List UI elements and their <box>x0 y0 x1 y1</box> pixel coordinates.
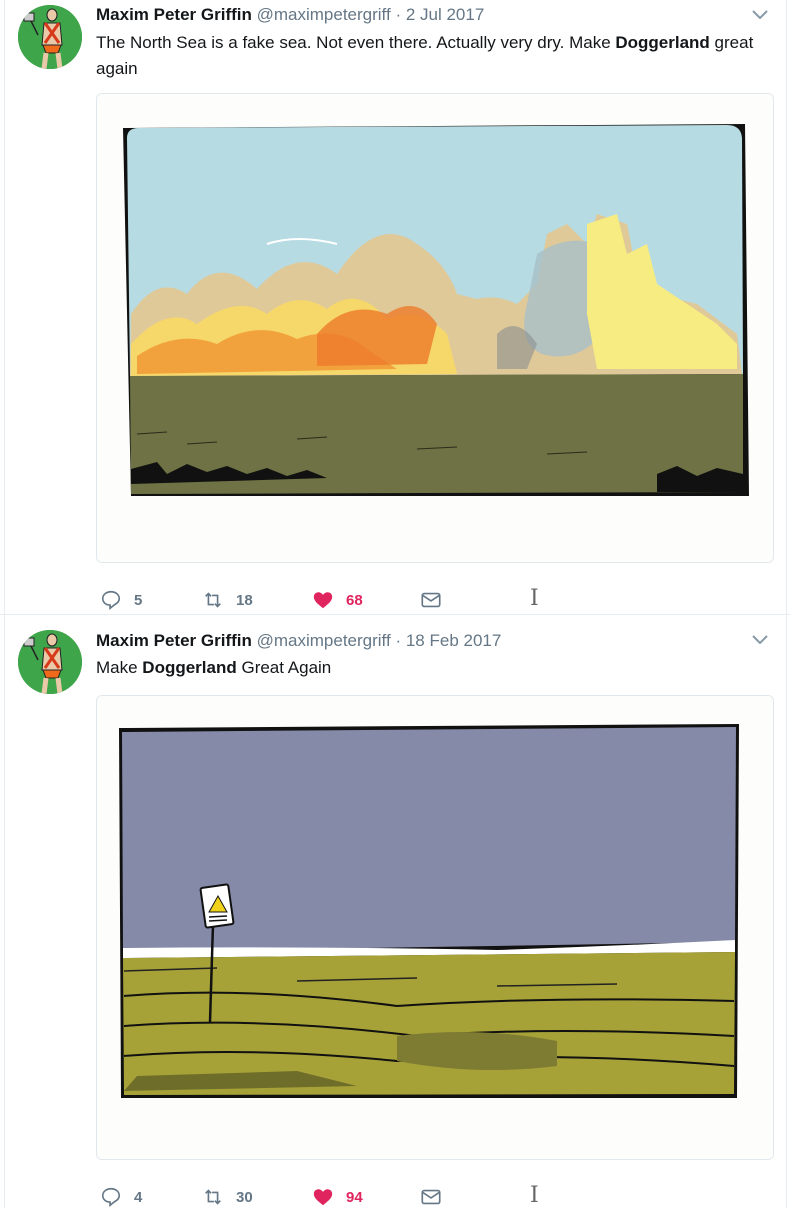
tweet-text: The North Sea is a fake sea. Not even th… <box>96 30 776 82</box>
tweet-actions: 5 18 68 I <box>100 586 560 612</box>
heart-icon <box>313 592 333 609</box>
envelope-icon <box>421 1189 441 1205</box>
direct-message-button[interactable] <box>420 1185 442 1209</box>
timeline-border-right <box>786 615 787 1208</box>
chevron-down-icon[interactable] <box>750 629 770 649</box>
heart-icon <box>313 1189 333 1206</box>
separator: · <box>395 5 402 24</box>
tweet-1[interactable]: Maxim Peter Griffin @maximpetergriff · 2… <box>0 0 790 615</box>
doggerland-painting-image <box>97 94 773 562</box>
retweet-count: 18 <box>236 591 253 609</box>
like-button[interactable]: 68 <box>312 588 363 612</box>
avatar-figure-icon <box>18 5 82 69</box>
tweet-image-card[interactable] <box>96 695 774 1160</box>
author-handle[interactable]: @maximpetergriff <box>257 5 391 24</box>
retweet-button[interactable]: 18 <box>202 588 253 612</box>
reply-icon <box>101 590 121 610</box>
text-cursor-icon: I <box>530 1183 539 1208</box>
tweet-text-highlight: Doggerland <box>142 658 237 677</box>
tweet-header: Maxim Peter Griffin @maximpetergriff · 2… <box>96 4 484 26</box>
tweet-text-part: Make <box>96 658 143 677</box>
timeline-border-left <box>4 0 5 614</box>
avatar[interactable] <box>18 630 82 694</box>
tweet-image-card[interactable] <box>96 93 774 563</box>
avatar[interactable] <box>18 5 82 69</box>
tweet-date[interactable]: 18 Feb 2017 <box>406 631 501 650</box>
tweet-actions: 4 30 94 I <box>100 1183 560 1209</box>
reply-button[interactable]: 4 <box>100 1185 142 1209</box>
tweet-text-highlight: Doggerland <box>615 33 710 52</box>
like-button[interactable]: 94 <box>312 1185 363 1209</box>
envelope-icon <box>421 592 441 608</box>
author-name[interactable]: Maxim Peter Griffin <box>96 631 252 650</box>
text-cursor-icon: I <box>530 586 539 611</box>
like-count: 94 <box>346 1188 363 1206</box>
avatar-figure-icon <box>18 630 82 694</box>
doggerland-sign-painting-image <box>97 696 773 1159</box>
chevron-down-icon[interactable] <box>750 4 770 24</box>
tweet-text-part: The North Sea is a fake sea. Not even th… <box>96 33 616 52</box>
reply-count: 5 <box>134 591 143 609</box>
separator: · <box>395 631 402 650</box>
timeline-border-right <box>786 0 787 614</box>
tweet-text-part: Great Again <box>236 658 332 677</box>
tweet-text: Make Doggerland Great Again <box>96 655 776 681</box>
timeline-border-left <box>4 615 5 1208</box>
tweet-header: Maxim Peter Griffin @maximpetergriff · 1… <box>96 630 501 652</box>
reply-button[interactable]: 5 <box>100 588 142 612</box>
reply-icon <box>101 1187 121 1207</box>
like-count: 68 <box>346 591 363 609</box>
author-handle[interactable]: @maximpetergriff <box>257 631 391 650</box>
retweet-button[interactable]: 30 <box>202 1185 253 1209</box>
author-name[interactable]: Maxim Peter Griffin <box>96 5 252 24</box>
retweet-icon <box>205 592 221 608</box>
direct-message-button[interactable] <box>420 588 442 612</box>
reply-count: 4 <box>134 1188 143 1206</box>
tweet-2[interactable]: Maxim Peter Griffin @maximpetergriff · 1… <box>0 615 790 1208</box>
retweet-icon <box>205 1189 221 1205</box>
retweet-count: 30 <box>236 1188 253 1206</box>
tweet-date[interactable]: 2 Jul 2017 <box>406 5 484 24</box>
